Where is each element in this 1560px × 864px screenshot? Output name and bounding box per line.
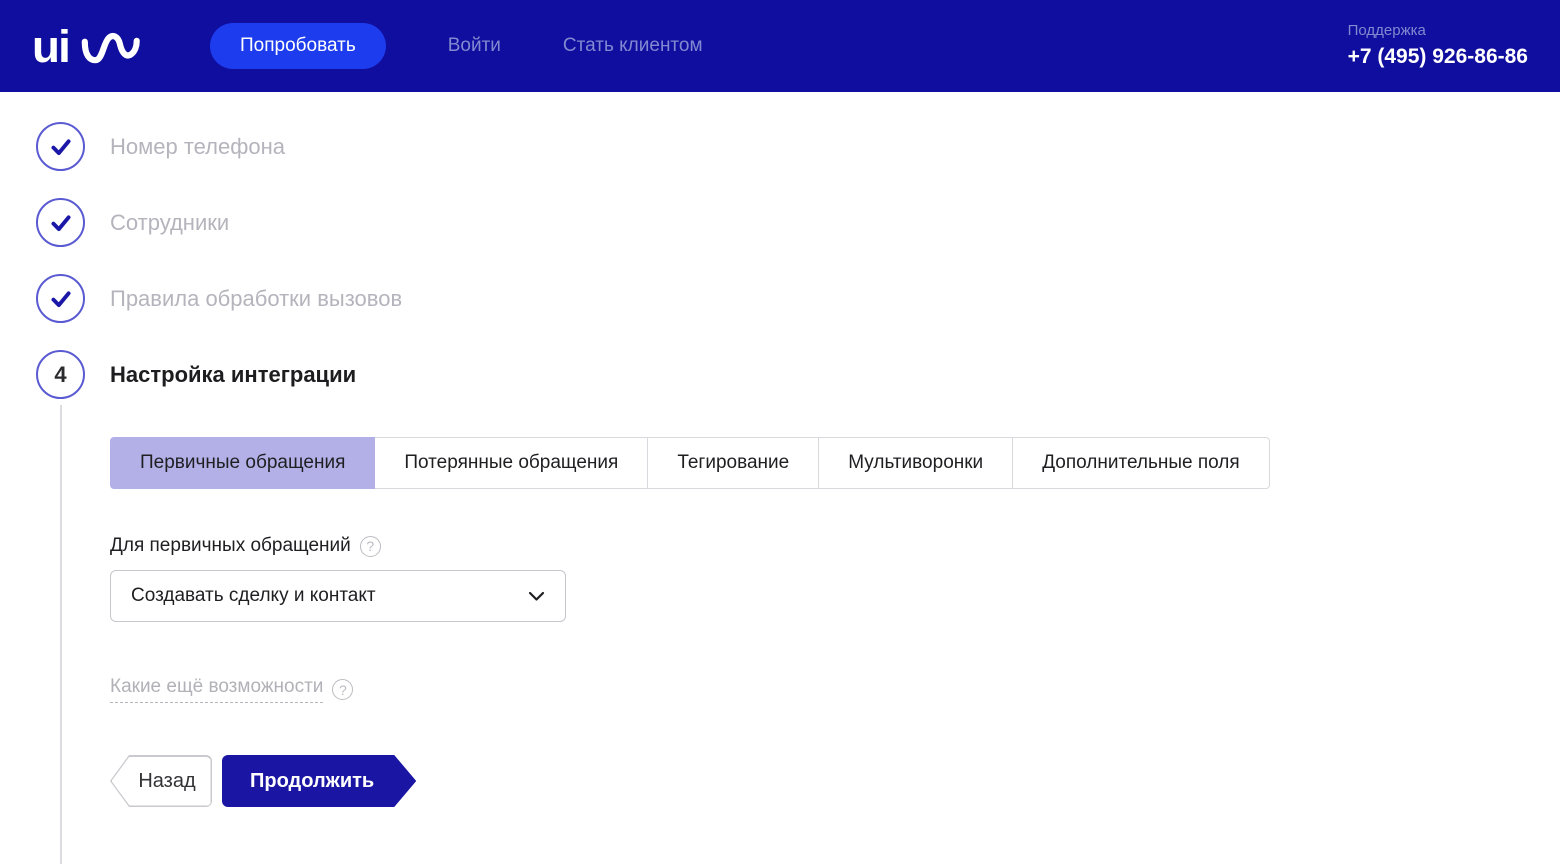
help-icon[interactable]: ? [359, 535, 381, 557]
tab-lost-requests[interactable]: Потерянные обращения [375, 437, 649, 489]
continue-button[interactable]: Продолжить [222, 755, 416, 807]
step-call-rules[interactable]: Правила обработки вызовов [36, 274, 1560, 323]
integration-setup-panel: Первичные обращения Потерянные обращения… [60, 399, 1560, 864]
tab-extra-fields[interactable]: Дополнительные поля [1013, 437, 1270, 489]
step-number-circle: 4 [36, 350, 85, 399]
tab-primary-requests[interactable]: Первичные обращения [110, 437, 376, 489]
back-button-label: Назад [111, 756, 211, 806]
step-done-circle [36, 122, 85, 171]
support-label: Поддержка [1347, 21, 1426, 39]
back-button[interactable]: Назад [110, 755, 212, 807]
field-label: Для первичных обращений [110, 535, 351, 556]
login-link[interactable]: Войти [448, 35, 501, 57]
support-phone: +7 (495) 926-86-86 [1347, 44, 1528, 68]
become-client-link[interactable]: Стать клиентом [563, 35, 703, 57]
try-button[interactable]: Попробовать [210, 23, 386, 69]
primary-requests-field: Для первичных обращений ? Создавать сдел… [110, 535, 1560, 622]
check-icon [50, 214, 71, 231]
primary-action-select[interactable]: Создавать сделку и контакт [110, 570, 566, 622]
integration-tabs: Первичные обращения Потерянные обращения… [110, 437, 1270, 489]
step-phone-number[interactable]: Номер телефона [36, 122, 1560, 171]
chevron-down-icon [528, 591, 545, 601]
help-icon[interactable]: ? [332, 679, 354, 700]
tab-tagging[interactable]: Тегирование [648, 437, 820, 489]
main-nav: Попробовать Войти Стать клиентом [210, 23, 703, 69]
step-label: Настройка интеграции [110, 361, 357, 387]
select-value: Создавать сделку и контакт [131, 585, 376, 606]
svg-text:ui: ui [32, 21, 69, 72]
step-employees[interactable]: Сотрудники [36, 198, 1560, 247]
step-done-circle [36, 274, 85, 323]
step-label: Сотрудники [110, 209, 230, 235]
step-integration-setup: 4 Настройка интеграции [36, 350, 1560, 399]
wizard-steps: Номер телефона Сотрудники Правила обрабо… [0, 92, 1560, 399]
step-label: Номер телефона [110, 133, 285, 159]
step-label: Правила обработки вызовов [110, 285, 403, 311]
top-navbar: ui Попробовать Войти Стать клиентом Подд… [0, 0, 1560, 92]
support-block: Поддержка +7 (495) 926-86-86 [1348, 20, 1528, 72]
check-icon [50, 290, 71, 307]
more-options-link[interactable]: Какие ещё возможности [110, 676, 324, 703]
uis-logo[interactable]: ui [32, 19, 142, 75]
step-done-circle [36, 198, 85, 247]
step-number: 4 [54, 361, 67, 387]
tab-multifunnels[interactable]: Мультиворонки [819, 437, 1014, 489]
check-icon [50, 138, 71, 155]
wizard-actions: Назад Продолжить [110, 755, 1560, 807]
